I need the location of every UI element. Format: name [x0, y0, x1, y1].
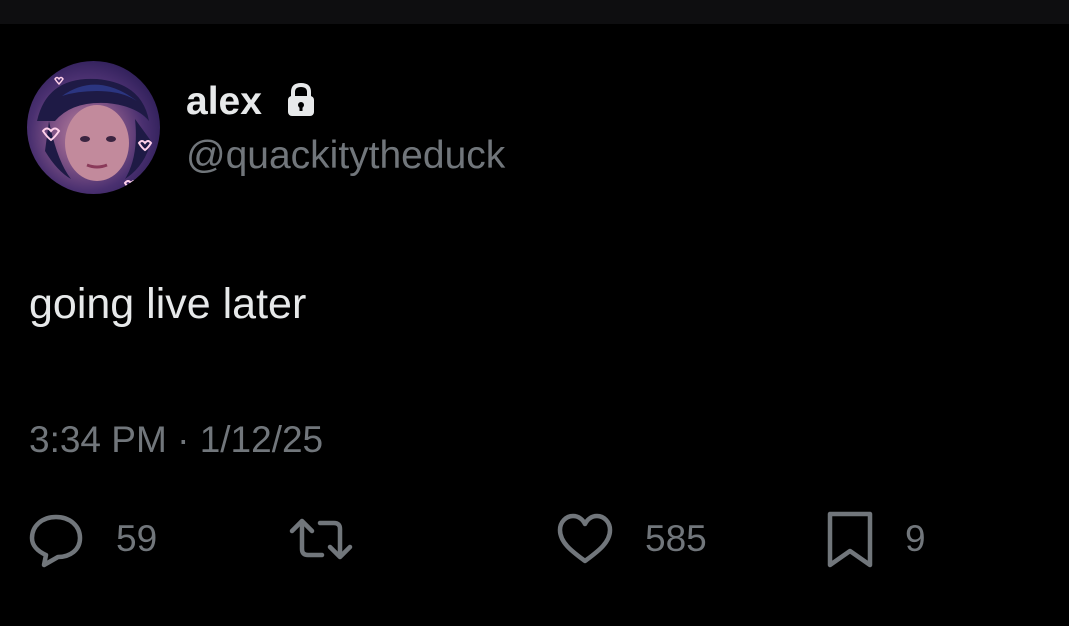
tweet-text: going live later	[29, 280, 307, 328]
retweet-button[interactable]	[286, 509, 386, 569]
reply-icon	[29, 514, 83, 568]
like-button[interactable]: 585	[555, 509, 707, 569]
avatar[interactable]	[27, 61, 160, 194]
tweet-meta: 3:34 PM · 1/12/25	[29, 419, 323, 461]
tweet-time[interactable]: 3:34 PM	[29, 419, 167, 460]
bookmark-button[interactable]: 9	[825, 509, 926, 569]
lock-icon	[288, 82, 314, 116]
bookmark-count: 9	[905, 518, 926, 559]
meta-separator: ·	[177, 419, 190, 460]
like-count: 585	[645, 518, 707, 559]
tweet-date[interactable]: 1/12/25	[200, 419, 323, 460]
tweet: alex @quackitytheduck going live later 3…	[0, 24, 1069, 626]
reply-button[interactable]: 59	[26, 509, 157, 569]
handle[interactable]: @quackitytheduck	[186, 134, 505, 178]
retweet-icon	[289, 518, 353, 560]
display-name[interactable]: alex	[186, 80, 262, 124]
bookmark-icon	[827, 511, 873, 568]
avatar-photo-icon	[37, 76, 153, 192]
heart-icon	[557, 513, 613, 564]
top-bar	[0, 0, 1069, 24]
reply-count: 59	[116, 518, 158, 559]
